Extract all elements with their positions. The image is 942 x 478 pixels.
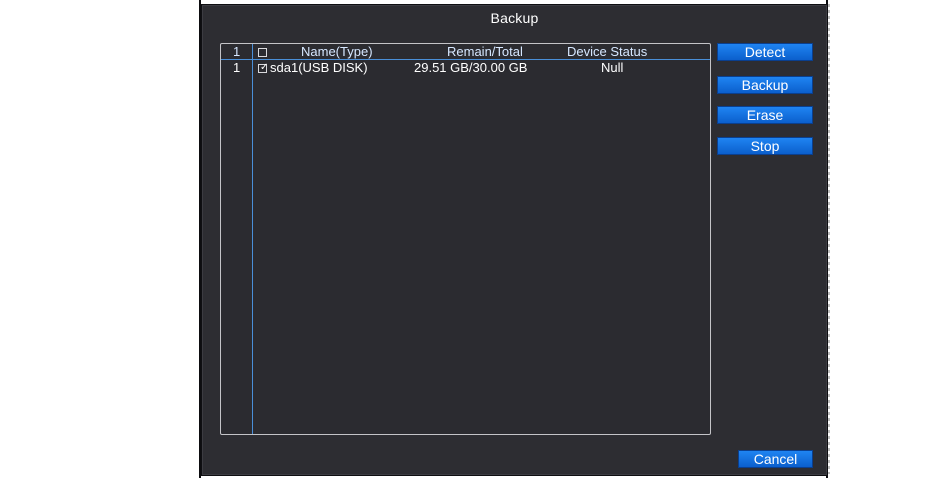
- row-select-checkbox[interactable]: ✓: [258, 62, 269, 73]
- window-right-border-pattern: [828, 4, 830, 474]
- row-remain-total: 29.51 GB/30.00 GB: [414, 60, 528, 75]
- header-device-status: Device Status: [567, 44, 648, 59]
- backup-button[interactable]: Backup: [717, 76, 813, 94]
- dialog-title: Backup: [490, 10, 539, 26]
- index-column-separator: [252, 44, 253, 434]
- erase-button[interactable]: Erase: [717, 106, 813, 124]
- header-index: 1: [233, 44, 241, 59]
- row-index: 1: [233, 60, 241, 75]
- header-name-type: Name(Type): [301, 44, 373, 59]
- row-device-status: Null: [601, 60, 624, 75]
- detect-button[interactable]: Detect: [717, 43, 813, 61]
- device-list-panel[interactable]: 1 Name(Type) Remain/Total Device Status …: [220, 43, 711, 435]
- header-select-all-checkbox[interactable]: [258, 48, 267, 57]
- backup-dialog: Backup 1 Name(Type) Remain/Total Device …: [201, 4, 828, 476]
- checkmark-icon: ✓: [260, 62, 269, 73]
- header-remain-total: Remain/Total: [447, 44, 523, 59]
- row-device-name: sda1(USB DISK): [270, 60, 368, 75]
- stop-button[interactable]: Stop: [717, 137, 813, 155]
- cancel-button[interactable]: Cancel: [738, 450, 813, 468]
